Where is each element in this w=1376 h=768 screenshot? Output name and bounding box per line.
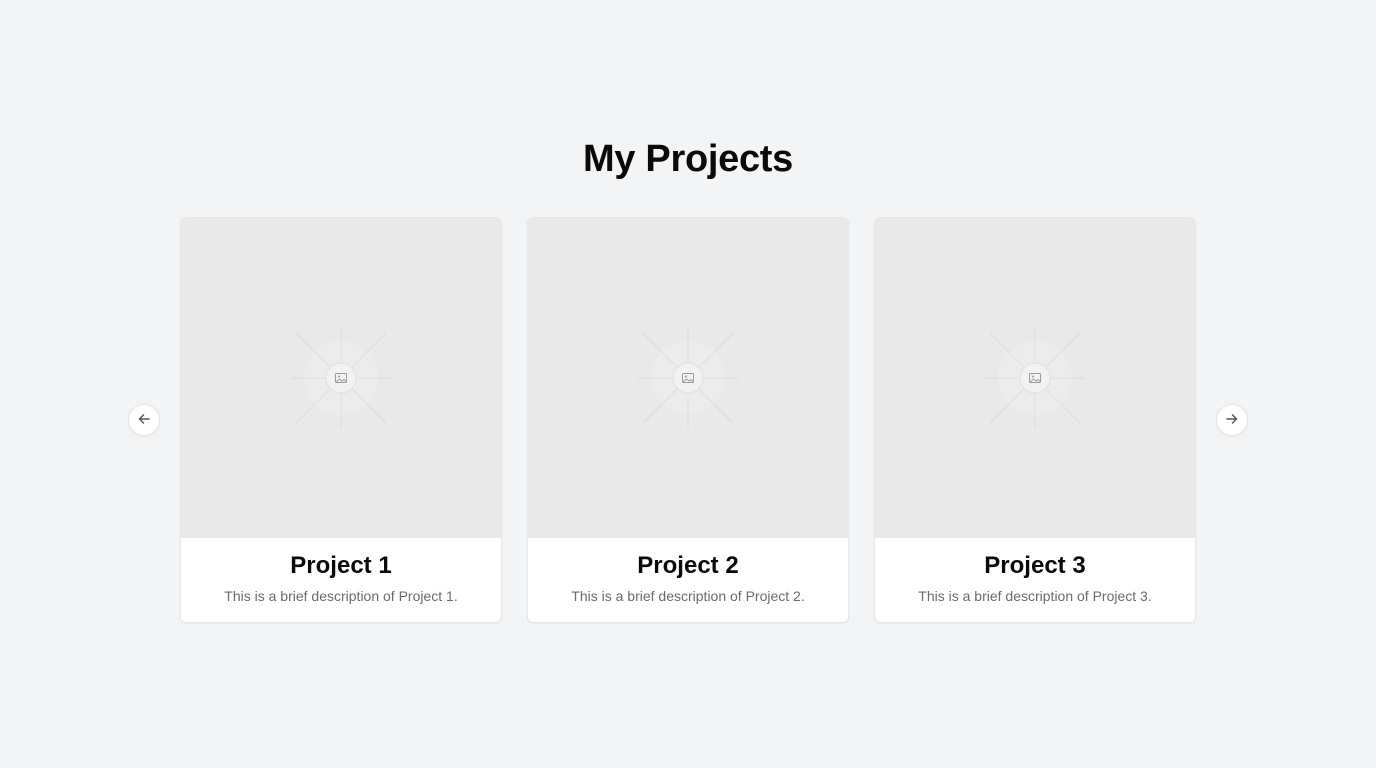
project-image-placeholder — [181, 218, 501, 538]
project-description: This is a brief description of Project 1… — [224, 588, 458, 604]
carousel-next-button[interactable] — [1216, 404, 1248, 436]
project-image-placeholder — [528, 218, 848, 538]
project-card[interactable]: Project 3 This is a brief description of… — [874, 217, 1196, 623]
project-card[interactable]: Project 2 This is a brief description of… — [527, 217, 849, 623]
project-image-placeholder — [875, 218, 1195, 538]
project-title: Project 2 — [637, 552, 739, 579]
project-description: This is a brief description of Project 2… — [571, 588, 805, 604]
project-title: Project 1 — [290, 552, 392, 579]
carousel-prev-button[interactable] — [128, 404, 160, 436]
page-title: My Projects — [582, 138, 793, 180]
project-card-body: Project 1 This is a brief description of… — [181, 538, 501, 605]
arrow-left-icon — [137, 412, 151, 429]
project-card-body: Project 3 This is a brief description of… — [875, 538, 1195, 605]
project-title: Project 3 — [984, 552, 1086, 579]
project-card[interactable]: Project 1 This is a brief description of… — [180, 217, 502, 623]
arrow-right-icon — [1225, 412, 1239, 429]
project-description: This is a brief description of Project 3… — [918, 588, 1152, 604]
projects-page: My Projects Project 1 This is a brief de… — [0, 0, 1376, 768]
carousel-track: Project 1 This is a brief description of… — [180, 217, 1196, 623]
project-card-body: Project 2 This is a brief description of… — [528, 538, 848, 605]
